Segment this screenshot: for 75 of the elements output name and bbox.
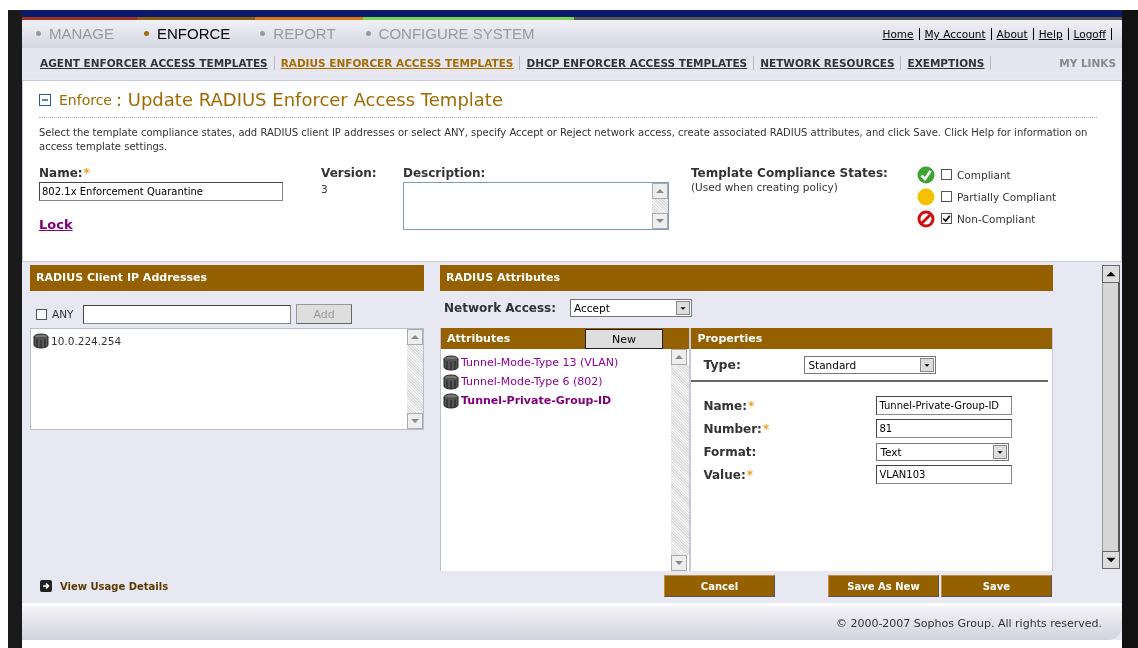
required-mark: *	[746, 467, 753, 482]
version-label: Version:	[321, 165, 378, 180]
property-label: Value:	[703, 467, 746, 482]
action-button[interactable]: Save As New	[828, 575, 939, 598]
database-icon	[443, 354, 459, 371]
type-select[interactable]: Standard	[804, 355, 937, 374]
sub-nav-tab[interactable]: AGENT ENFORCER ACCESS TEMPLATES	[40, 55, 275, 70]
required-mark: *	[83, 165, 90, 180]
scroll-down-icon[interactable]	[1102, 551, 1120, 570]
any-label: ANY	[52, 308, 74, 321]
compliance-state-label: Partially Compliant	[957, 190, 1057, 203]
top-link[interactable]: Logoff	[1068, 27, 1112, 40]
top-link[interactable]: Home	[877, 27, 920, 40]
type-label: Type:	[703, 357, 742, 373]
attribute-item[interactable]: Tunnel-Mode-Type 13 (VLAN)	[461, 356, 619, 370]
copyright-text: © 2000-2007 Sophos Group. All rights reserved.	[835, 616, 1102, 630]
scroll-up-icon[interactable]	[1102, 265, 1120, 284]
compliance-state-label: Compliant	[957, 168, 1011, 181]
top-link[interactable]: About	[991, 27, 1034, 40]
database-icon	[33, 332, 49, 349]
version-value: 3	[321, 182, 329, 195]
sub-nav-tab[interactable]: EXEMPTIONS	[907, 55, 992, 70]
compliance-state-label: Non-Compliant	[957, 212, 1036, 225]
arrow-right-icon	[40, 580, 52, 593]
property-field[interactable]: 81	[876, 419, 1013, 439]
collapse-icon[interactable]	[39, 93, 51, 106]
property-label: Format:	[703, 444, 757, 459]
lock-link[interactable]: Lock	[39, 216, 73, 232]
top-link[interactable]: Help	[1033, 27, 1069, 40]
checkbox[interactable]	[941, 191, 952, 203]
action-button[interactable]: Save	[941, 575, 1052, 598]
sub-nav-tab[interactable]: NETWORK RESOURCES	[760, 55, 902, 70]
network-access-select[interactable]: Accept	[570, 299, 693, 318]
dropdown-caret-icon[interactable]	[993, 444, 1008, 459]
sub-nav-tab[interactable]: RADIUS ENFORCER ACCESS TEMPLATES	[280, 55, 521, 70]
property-field[interactable]: Tunnel-Private-Group-ID	[876, 396, 1013, 416]
sub-nav-tab[interactable]: DHCP ENFORCER ACCESS TEMPLATES	[526, 55, 755, 70]
view-usage-details-link[interactable]: View Usage Details	[60, 580, 169, 592]
any-checkbox[interactable]	[36, 308, 47, 320]
name-label: Name:	[39, 165, 83, 180]
name-field[interactable]: 802.1x Enforcement Quarantine	[39, 181, 283, 201]
circle-icon	[917, 187, 935, 206]
property-label: Name:	[703, 398, 747, 413]
properties-header: Properties	[691, 328, 1052, 350]
network-access-label: Network Access:	[444, 301, 557, 316]
panel-header: RADIUS Attributes	[440, 265, 1053, 292]
property-select[interactable]: Text	[876, 442, 1010, 461]
ip-address-item[interactable]: 10.0.224.254	[51, 334, 122, 347]
required-mark: *	[747, 398, 755, 413]
action-button[interactable]: Cancel	[664, 575, 775, 598]
compliance-subtitle: (Used when creating policy)	[691, 180, 839, 193]
dropdown-caret-icon[interactable]	[676, 301, 691, 316]
checkbox[interactable]	[941, 213, 952, 225]
new-button[interactable]: New	[585, 329, 663, 350]
compliance-title: Template Compliance States:	[691, 165, 889, 180]
panel-header: RADIUS Client IP Addresses	[30, 265, 424, 292]
checkbox[interactable]	[941, 169, 952, 181]
attribute-item[interactable]: Tunnel-Private-Group-ID	[461, 394, 612, 408]
required-mark: *	[762, 421, 770, 436]
instructions-text: Select the template compliance states, add RADIUS client IP addresses or select ANY, specify Accept or Reject network access, create associated RADIUS attributes, and click Save. Click Help for information on access template settings.	[39, 125, 1089, 154]
dropdown-caret-icon[interactable]	[920, 357, 935, 372]
description-label: Description:	[403, 165, 487, 180]
section-label: Enforce	[59, 91, 112, 108]
property-field[interactable]: VLAN103	[876, 465, 1013, 485]
scrollbar-thumb[interactable]	[1102, 283, 1120, 552]
database-icon	[443, 373, 459, 390]
main-nav-tab[interactable]: ENFORCE	[144, 25, 231, 43]
database-icon	[443, 392, 459, 409]
ip-address-field[interactable]	[83, 304, 292, 324]
prohibited-icon	[917, 209, 935, 228]
check-circle-icon	[917, 165, 935, 184]
page-title: : Update RADIUS Enforcer Access Template	[116, 89, 503, 111]
attribute-item[interactable]: Tunnel-Mode-Type 6 (802)	[461, 375, 603, 389]
property-label: Number:	[703, 421, 762, 436]
top-link[interactable]: My Account	[919, 27, 992, 40]
